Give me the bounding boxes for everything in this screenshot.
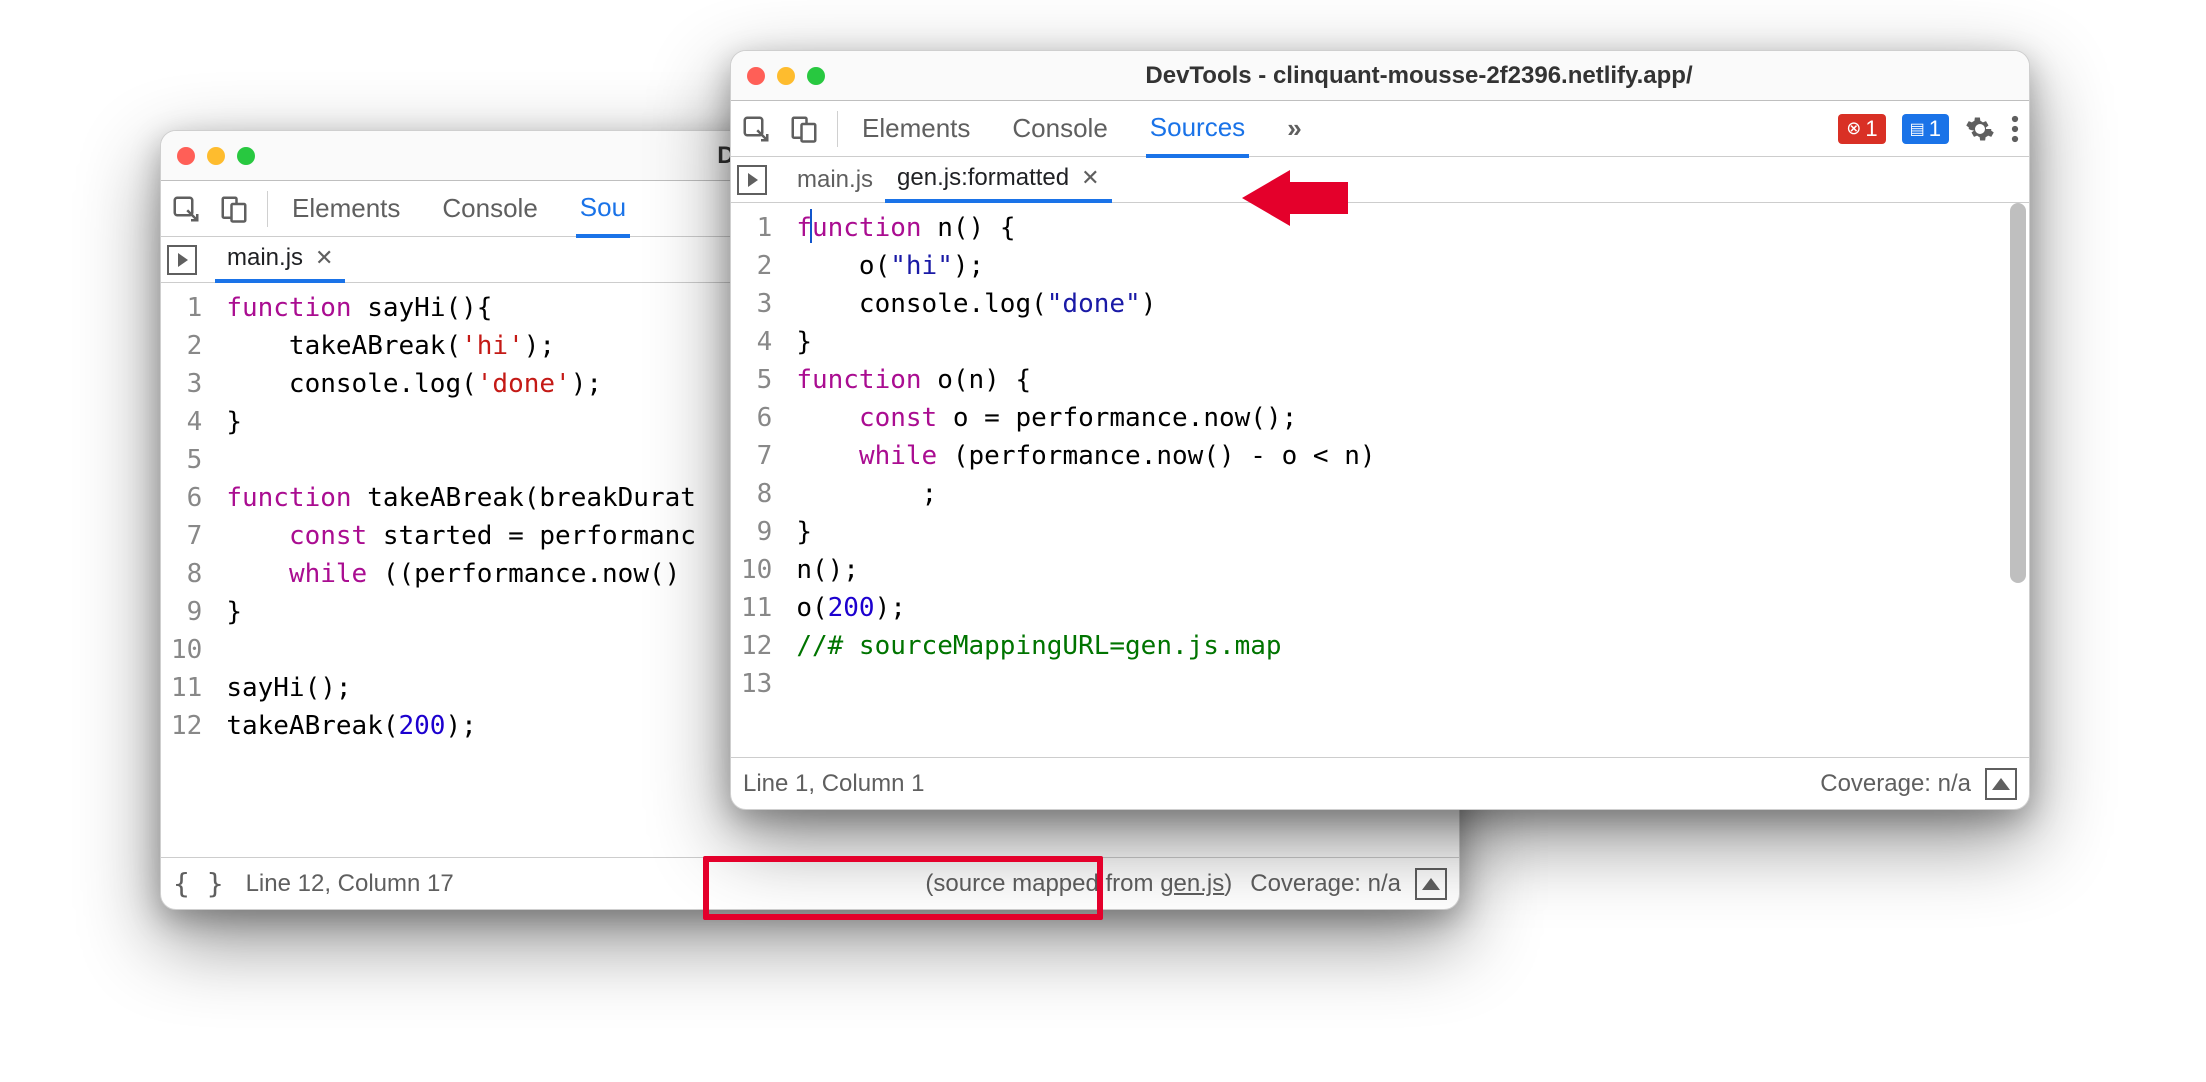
window-controls[interactable] — [747, 67, 825, 85]
issues-count-badge[interactable]: ▤ 1 — [1902, 114, 1949, 144]
tab-console[interactable]: Console — [438, 181, 541, 237]
file-tab-main-js[interactable]: main.js — [785, 157, 885, 203]
tab-more[interactable]: » — [1283, 101, 1305, 157]
scrollbar-thumb[interactable] — [2010, 203, 2026, 583]
annotation-highlight-box — [703, 856, 1103, 920]
coverage-label: Coverage: n/a — [1250, 870, 1401, 898]
tab-elements[interactable]: Elements — [288, 181, 404, 237]
code-content[interactable]: function n() { o("hi"); console.log("don… — [786, 203, 2029, 757]
window-controls[interactable] — [177, 147, 255, 165]
tab-elements[interactable]: Elements — [858, 101, 974, 157]
inspect-element-icon[interactable] — [171, 194, 201, 224]
error-count-badge[interactable]: ⊗ 1 — [1838, 114, 1885, 144]
text-cursor — [810, 209, 812, 243]
file-tab-strip-front: main.js gen.js:formatted ✕ — [731, 157, 2029, 203]
minimize-window-icon[interactable] — [777, 67, 795, 85]
close-tab-icon[interactable]: ✕ — [315, 245, 333, 271]
issues-icon: ▤ — [1910, 119, 1925, 139]
format-button[interactable] — [1415, 868, 1447, 900]
cursor-position: Line 1, Column 1 — [743, 770, 924, 798]
format-button[interactable] — [1985, 768, 2017, 800]
tab-sources[interactable]: Sources — [1146, 101, 1249, 158]
toolbar-divider — [837, 111, 838, 147]
inspect-element-icon[interactable] — [741, 114, 771, 144]
error-icon: ⊗ — [1846, 118, 1861, 139]
device-toggle-icon[interactable] — [789, 114, 819, 144]
main-toolbar-front: Elements Console Sources » ⊗ 1 ▤ 1 — [731, 101, 2029, 157]
zoom-window-icon[interactable] — [237, 147, 255, 165]
close-window-icon[interactable] — [747, 67, 765, 85]
statusbar-front: Line 1, Column 1 Coverage: n/a — [731, 757, 2029, 809]
file-tab-label: gen.js:formatted — [897, 164, 1069, 192]
annotation-arrow-icon — [1240, 158, 1350, 238]
settings-gear-icon[interactable] — [1965, 114, 1995, 144]
file-tab-gen-js-formatted[interactable]: gen.js:formatted ✕ — [885, 157, 1112, 203]
close-tab-icon[interactable]: ✕ — [1081, 165, 1099, 191]
file-tab-label: main.js — [797, 166, 873, 194]
coverage-label: Coverage: n/a — [1820, 770, 1971, 798]
line-gutter: 1 2 3 4 5 6 7 8 9 10 11 12 — [161, 283, 216, 857]
file-tab-main-js[interactable]: main.js ✕ — [215, 237, 345, 283]
navigator-toggle-icon[interactable] — [167, 245, 197, 275]
minimize-window-icon[interactable] — [207, 147, 225, 165]
cursor-position: Line 12, Column 17 — [246, 870, 454, 898]
kebab-menu-icon[interactable] — [2011, 114, 2019, 144]
device-toggle-icon[interactable] — [219, 194, 249, 224]
zoom-window-icon[interactable] — [807, 67, 825, 85]
file-tab-label: main.js — [227, 244, 303, 272]
line-gutter: 1 2 3 4 5 6 7 8 9 10 11 12 13 — [731, 203, 786, 757]
source-mapped-link[interactable]: gen.js — [1160, 870, 1224, 897]
toolbar-divider — [267, 191, 268, 227]
navigator-toggle-icon[interactable] — [737, 165, 767, 195]
pretty-print-icon[interactable]: { } — [173, 867, 224, 900]
code-editor-front[interactable]: 1 2 3 4 5 6 7 8 9 10 11 12 13 function n… — [731, 203, 2029, 757]
titlebar-front: DevTools - clinquant-mousse-2f2396.netli… — [731, 51, 2029, 101]
tab-sources[interactable]: Sou — [576, 181, 630, 238]
tab-console[interactable]: Console — [1008, 101, 1111, 157]
devtools-window-front: DevTools - clinquant-mousse-2f2396.netli… — [730, 50, 2030, 810]
close-window-icon[interactable] — [177, 147, 195, 165]
window-title: DevTools - clinquant-mousse-2f2396.netli… — [825, 62, 2013, 90]
